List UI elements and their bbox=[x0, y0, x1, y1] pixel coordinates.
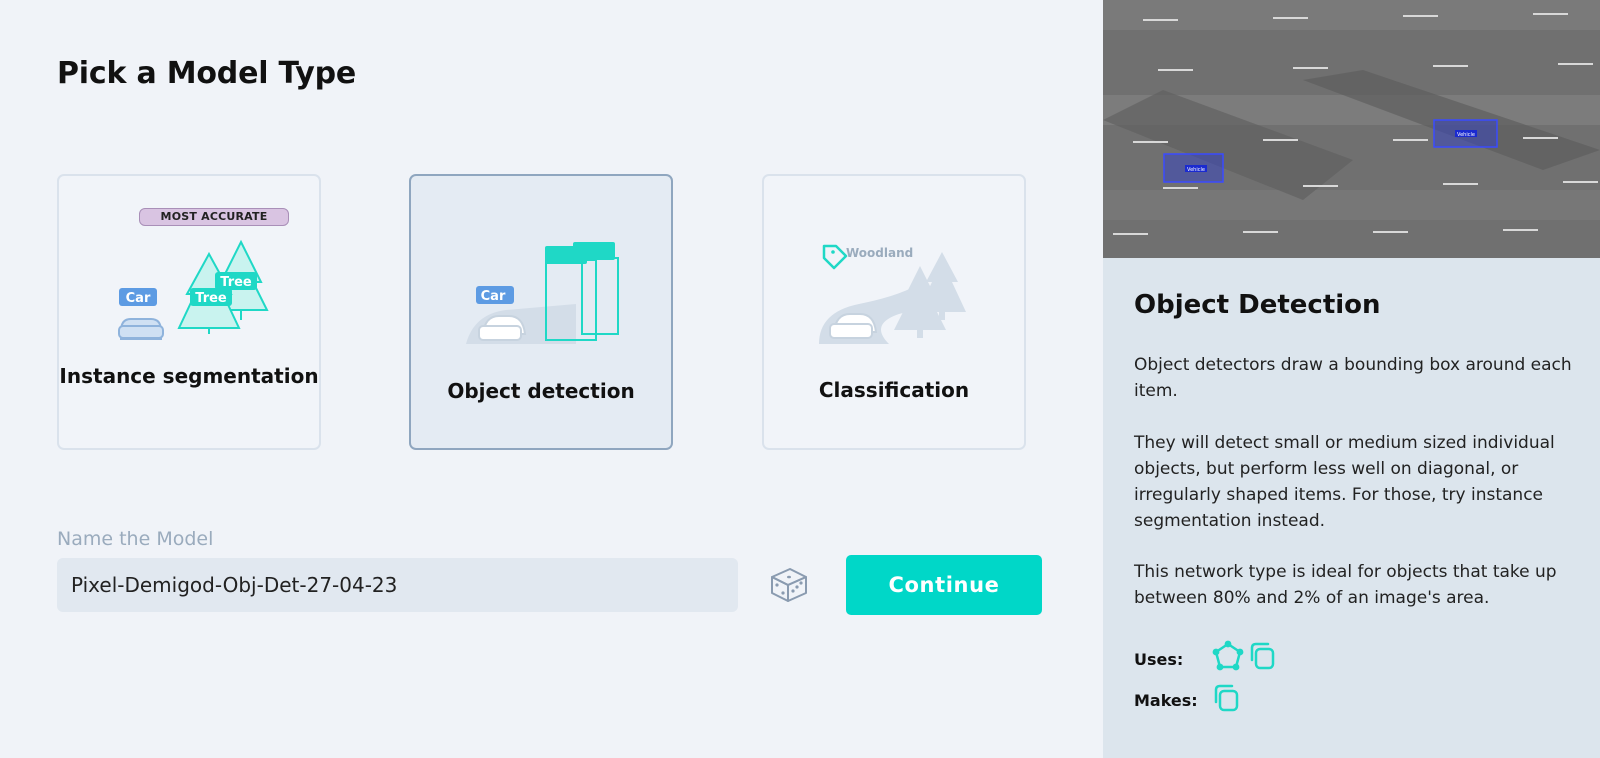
vehicle-tag: Vehicle bbox=[1457, 132, 1475, 138]
object-detection-preview-image: Vehicle Vehicle bbox=[1103, 0, 1600, 258]
copy-icon bbox=[1250, 642, 1275, 670]
uses-label: Uses: bbox=[1134, 650, 1184, 669]
copy-icon bbox=[1214, 684, 1239, 712]
page-title: Pick a Model Type bbox=[57, 56, 357, 91]
panel-description: They will detect small or medium sized i… bbox=[1134, 433, 1555, 531]
panel-description: Object detectors draw a bounding box aro… bbox=[1134, 355, 1572, 401]
panel-title: Object Detection bbox=[1134, 290, 1381, 320]
tag-icon bbox=[822, 244, 848, 270]
model-card-instance-segmentation[interactable]: MOST ACCURATE Car Tree Tree Instance seg… bbox=[57, 174, 321, 450]
dice-icon[interactable] bbox=[766, 565, 810, 605]
continue-button[interactable]: Continue bbox=[846, 555, 1042, 615]
model-name-input[interactable] bbox=[57, 558, 738, 612]
card-label: Instance segmentation bbox=[59, 364, 319, 388]
car-icon bbox=[118, 318, 164, 340]
makes-label: Makes: bbox=[1134, 691, 1198, 710]
info-panel: Vehicle Vehicle Object Detection Object … bbox=[1103, 0, 1600, 758]
panel-description: This network type is ideal for objects t… bbox=[1134, 562, 1557, 608]
instance-segmentation-illustration: Car Tree Tree bbox=[118, 239, 269, 340]
card-label: Classification bbox=[818, 378, 970, 402]
model-card-object-detection[interactable]: Car Object detection bbox=[409, 174, 673, 450]
name-model-label: Name the Model bbox=[57, 528, 214, 550]
car-tag: Car bbox=[481, 289, 506, 304]
tree-tag: Tree bbox=[220, 275, 252, 290]
woodland-tag: Woodland bbox=[846, 246, 913, 260]
object-detection-illustration: Car bbox=[466, 242, 619, 344]
card-label: Object detection bbox=[447, 379, 635, 403]
model-card-classification[interactable]: Woodland Classification bbox=[762, 174, 1026, 450]
car-tag: Car bbox=[126, 291, 151, 306]
vehicle-tag: Vehicle bbox=[1187, 167, 1205, 173]
tree-tag: Tree bbox=[195, 291, 227, 306]
polygon-icon bbox=[1212, 640, 1244, 671]
classification-illustration: Woodland bbox=[819, 244, 966, 344]
